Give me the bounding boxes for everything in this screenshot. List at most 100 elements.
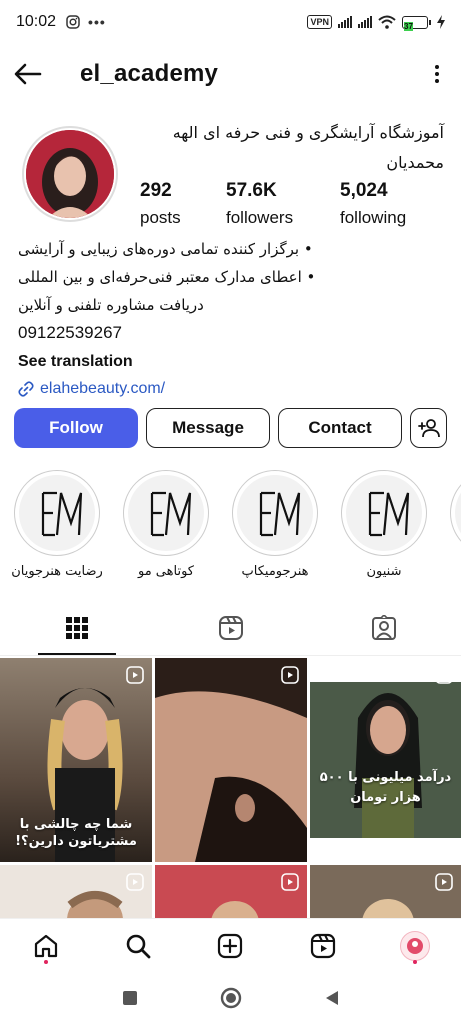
post-thumbnail	[155, 658, 307, 862]
reel-badge-icon	[281, 666, 299, 684]
em-monogram-icon	[368, 491, 410, 537]
tab-posts[interactable]	[0, 600, 154, 655]
em-monogram-icon	[41, 491, 83, 537]
highlight-item[interactable]: کوتاهی مو	[121, 470, 211, 579]
bio-phone: 09122539267	[18, 323, 123, 342]
highlight-label: کوتاهی مو	[138, 564, 194, 579]
message-button[interactable]: Message	[146, 408, 270, 448]
create-icon	[218, 933, 243, 958]
suggested-users-button[interactable]	[410, 408, 447, 448]
stat-following-count: 5,024	[340, 180, 388, 201]
signal-icon	[358, 16, 372, 28]
highlight-item-partial[interactable]	[448, 470, 461, 556]
stat-followers-label: followers	[226, 208, 294, 227]
stat-followers-count: 57.6K	[226, 180, 277, 201]
post-caption: درآمد میلیونی با ۵۰۰ هزار تومان	[319, 770, 452, 805]
nav-reels[interactable]	[303, 926, 343, 966]
reel-badge-icon	[281, 873, 299, 891]
post-tile[interactable]: درآمد میلیونی با ۵۰۰ هزار تومان	[310, 658, 461, 862]
profile-stats: 292 posts 57.6K followers 5,024 followin…	[140, 180, 440, 228]
profile-tabs	[0, 600, 461, 656]
highlight-label: هنرجومیکاپ	[241, 564, 309, 579]
story-highlights: رضایت هنرجویان کوتاهی مو هنرجومیکاپ شنیو…	[0, 470, 461, 585]
stat-posts-count: 292	[140, 180, 172, 201]
add-user-icon	[417, 419, 440, 438]
battery-level: 37	[404, 21, 413, 31]
profile-name-line: محمدیان	[386, 153, 444, 172]
back-arrow-icon[interactable]	[14, 58, 46, 90]
follow-button[interactable]: Follow	[14, 408, 138, 448]
profile-name-line: آموزشگاه آرایشگری و فنی حرفه ای الهه	[172, 123, 444, 142]
home-circle-icon[interactable]	[220, 987, 242, 1009]
post-tile[interactable]	[0, 865, 152, 918]
notification-dot	[44, 959, 49, 964]
tab-tagged[interactable]	[307, 600, 461, 655]
grid-icon	[65, 616, 88, 639]
reel-badge-icon	[126, 873, 144, 891]
em-monogram-icon	[259, 491, 301, 537]
stat-posts-label: posts	[140, 208, 181, 227]
reels-icon	[218, 615, 243, 640]
recents-square-icon[interactable]	[121, 989, 139, 1007]
wifi-icon	[378, 15, 396, 29]
more-dots-icon: •••	[88, 14, 106, 30]
highlight-item[interactable]: هنرجومیکاپ	[230, 470, 320, 579]
stat-followers[interactable]: 57.6K followers	[226, 180, 340, 228]
profile-top-bar: el_academy	[0, 52, 461, 96]
highlight-item[interactable]: شنیون	[339, 470, 429, 579]
avatar-image	[26, 130, 114, 218]
post-thumbnail	[310, 682, 461, 838]
profile-avatar-icon	[399, 930, 430, 961]
contact-button[interactable]: Contact	[278, 408, 402, 448]
avatar[interactable]	[22, 126, 118, 222]
more-vertical-icon[interactable]	[427, 65, 447, 83]
link-icon	[18, 381, 34, 397]
highlight-label: شنیون	[366, 564, 402, 579]
bio-line: دریافت مشاوره تلفنی و آنلاین	[18, 296, 204, 314]
vpn-icon: VPN	[307, 15, 332, 29]
profile-actions: Follow Message Contact	[14, 408, 447, 448]
tagged-icon	[372, 614, 397, 640]
post-tile[interactable]	[310, 865, 461, 918]
reels-icon	[310, 933, 335, 958]
posts-grid: شما چه چالشی با مشتریاتون دارین؟! درآمد …	[0, 658, 461, 918]
signal-icon	[338, 16, 352, 28]
stat-following[interactable]: 5,024 following	[340, 180, 406, 228]
status-time: 10:02	[16, 13, 57, 30]
profile-bio: • برگزار کننده تمامی دوره‌های زیبایی و آ…	[18, 235, 446, 403]
profile-full-name: آموزشگاه آرایشگری و فنی حرفه ای الهه محم…	[148, 118, 444, 178]
instagram-icon	[66, 15, 80, 29]
profile-username: el_academy	[80, 60, 219, 87]
highlight-item[interactable]: رضایت هنرجویان	[11, 470, 103, 579]
bio-line: • اعطای مدارک معتبر فنی‌حرفه‌ای و بین ال…	[18, 268, 316, 286]
charging-icon	[437, 15, 445, 29]
bio-website-link[interactable]: elahebeauty.com/	[18, 375, 446, 403]
search-icon	[126, 934, 151, 958]
post-tile[interactable]	[155, 658, 307, 862]
notification-dot	[412, 959, 417, 964]
highlight-label: رضایت هنرجویان	[11, 564, 103, 579]
tab-reels[interactable]	[154, 600, 308, 655]
battery-icon: 37	[402, 15, 431, 31]
home-icon	[34, 934, 58, 957]
reel-badge-icon	[435, 873, 453, 891]
stat-posts[interactable]: 292 posts	[140, 180, 226, 228]
see-translation-link[interactable]: See translation	[18, 349, 446, 375]
nav-profile[interactable]	[395, 926, 435, 966]
post-caption: شما چه چالشی با مشتریاتون دارین؟!	[15, 817, 137, 849]
bio-line: • برگزار کننده تمامی دوره‌های زیبایی و آ…	[18, 240, 313, 258]
android-navigation-bar	[0, 972, 461, 1024]
back-triangle-icon[interactable]	[323, 989, 341, 1007]
bio-website-text: elahebeauty.com/	[40, 380, 166, 397]
reel-badge-icon	[435, 666, 453, 684]
stat-following-label: following	[340, 208, 407, 227]
post-tile[interactable]	[155, 865, 307, 918]
nav-create[interactable]	[210, 926, 250, 966]
reel-badge-icon	[126, 666, 144, 684]
nav-home[interactable]	[26, 926, 66, 966]
em-monogram-icon	[150, 491, 192, 537]
post-tile[interactable]: شما چه چالشی با مشتریاتون دارین؟!	[0, 658, 152, 862]
status-bar: 10:02 ••• VPN 37	[0, 0, 461, 44]
bottom-navigation	[0, 918, 461, 972]
nav-search[interactable]	[118, 926, 158, 966]
